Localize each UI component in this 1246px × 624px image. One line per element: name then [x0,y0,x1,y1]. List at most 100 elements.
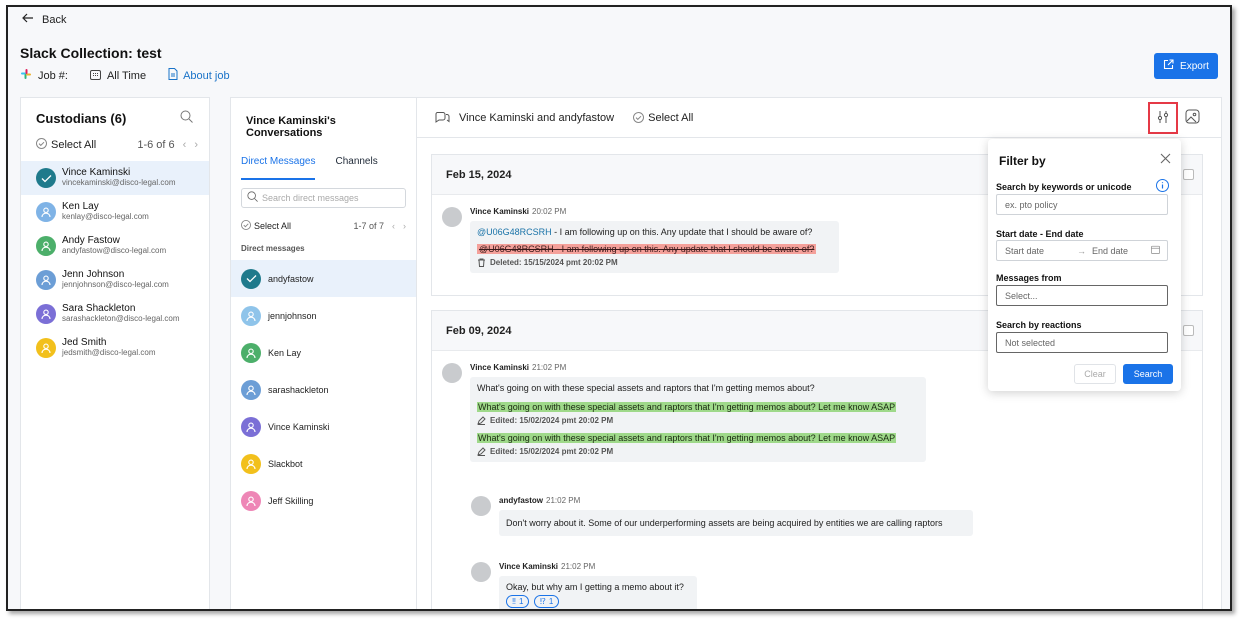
custodian-email: vincekaminski@disco-legal.com [62,178,176,187]
filter-toggle-button[interactable] [1148,102,1178,134]
dm-list: andyfastow jennjohnson Ken Lay sarashacklet… [231,260,416,519]
conversation-title: Vince Kaminski and andyfastow [459,111,615,124]
custodian-item[interactable]: Ken Lay kenlay@disco-legal.com [21,195,209,229]
close-icon[interactable] [1160,153,1171,167]
reaction-pill[interactable]: ‼ 1 [506,595,530,608]
custodians-title: Custodians (6) [36,111,127,126]
custodian-email: sarashackleton@disco-legal.com [62,314,180,323]
dm-item[interactable]: andyfastow [231,260,416,297]
custodian-info: Sara Shackleton sarashackleton@disco-lega… [62,304,180,324]
end-date-placeholder: End date [1092,245,1129,256]
message-bubble: Okay, but why am I getting a memo about … [499,576,697,609]
start-date-placeholder: Start date [1005,245,1045,256]
search-button[interactable]: Search [1123,364,1173,384]
day-checkbox[interactable] [1183,169,1194,180]
chevron-right-icon[interactable]: › [194,139,198,151]
custodians-panel: Custodians (6) Select All 1-6 of 6 ‹ › V… [20,97,210,609]
custodian-list: Vince Kaminski vincekaminski@disco-legal.… [21,161,209,365]
slack-icon [20,68,32,83]
export-label: Export [1180,60,1209,72]
chevron-right-icon[interactable]: › [403,221,406,231]
deleted-note: Deleted: 15/15/2024 pmt 20:02 PM [477,258,832,267]
tab-direct-messages[interactable]: Direct Messages [241,156,316,180]
avatar [442,363,462,383]
dm-item[interactable]: sarashackleton [231,371,416,408]
filter-title: Filter by [999,154,1046,168]
user-avatar-icon [36,270,56,290]
message-bubble: @U06G48RCSRH - I am following up on this… [470,221,839,273]
calendar-icon [1151,245,1160,256]
about-job-link[interactable]: About job [168,68,230,83]
message-bubble: What's going on with these special asset… [470,377,926,462]
export-icon [1163,59,1174,73]
select-all-label: Select All [648,111,694,124]
chevron-left-icon[interactable]: ‹ [183,139,187,151]
about-job-label: About job [183,69,230,82]
search-input[interactable] [262,193,402,203]
avatar [442,207,462,227]
dm-item[interactable]: Slackbot [231,445,416,482]
avatar [471,496,491,516]
message: andyfastow 21:02 PM Don't worry about it.… [471,496,973,536]
message: Vince Kaminski 20:02 PM @U06G48RCSRH - I … [442,207,839,273]
check-avatar-icon [241,268,261,289]
image-icon[interactable] [1185,109,1200,127]
message-author: andyfastow 21:02 PM [499,496,581,505]
reactions-select[interactable]: Not selected [996,332,1168,353]
custodian-info: Ken Lay kenlay@disco-legal.com [62,202,149,222]
back-link[interactable]: Back [22,13,66,26]
custodian-name: Sara Shackleton [62,303,136,314]
keywords-input[interactable]: ex. pto policy [996,194,1168,215]
tab-channels[interactable]: Channels [335,156,377,180]
check-circle-icon[interactable] [241,220,251,232]
messages-from-select[interactable]: Select... [996,285,1168,306]
custodian-item[interactable]: Vince Kaminski vincekaminski@disco-legal.… [21,161,209,195]
custodian-email: jedsmith@disco-legal.com [62,348,156,357]
message: Vince Kaminski 21:02 PM What's going on w… [442,363,926,462]
custodian-item[interactable]: Jenn Johnson jennjohnson@disco-legal.com [21,263,209,297]
conversations-title: Vince Kaminski's Conversations [246,115,336,139]
user-avatar-icon [36,236,56,256]
user-mention[interactable]: @U06G48RCSRH [477,227,552,237]
custodian-info: Jenn Johnson jennjohnson@disco-legal.com [62,270,169,290]
select-all-label[interactable]: Select All [51,139,96,151]
day-checkbox[interactable] [1183,325,1194,336]
custodian-item[interactable]: Andy Fastow andyfastow@disco-legal.com [21,229,209,263]
check-circle-icon[interactable] [36,138,47,152]
date-range-input[interactable]: Start date → End date [996,240,1168,261]
clear-button[interactable]: Clear [1074,364,1116,384]
dm-item[interactable]: Ken Lay [231,334,416,371]
page-title: Slack Collection: test [20,45,162,61]
dm-name: Vince Kaminski [268,421,330,432]
export-button[interactable]: Export [1154,53,1218,79]
edited-text: What's going on with these special asset… [477,433,897,443]
user-avatar-icon [241,453,261,474]
chevron-left-icon[interactable]: ‹ [392,221,395,231]
user-avatar-icon [36,202,56,222]
dm-item[interactable]: Vince Kaminski [231,408,416,445]
user-avatar-icon [241,490,261,511]
dm-name: Ken Lay [268,347,302,358]
select-all-messages[interactable]: Select All [633,112,693,124]
custodian-name: Jenn Johnson [62,269,125,280]
user-avatar-icon [241,305,261,326]
select-all-label[interactable]: Select All [254,221,291,231]
custodian-item[interactable]: Jed Smith jedsmith@disco-legal.com [21,331,209,365]
custodian-item[interactable]: Sara Shackleton sarashackleton@disco-lega… [21,297,209,331]
direct-message-search [241,188,406,208]
sliders-icon [1157,110,1169,127]
dm-item[interactable]: jennjohnson [231,297,416,334]
user-avatar-icon [241,342,261,363]
info-icon[interactable] [1156,179,1169,195]
keywords-label: Search by keywords or unicode [996,182,1132,192]
back-label: Back [42,13,67,26]
search-icon[interactable] [180,110,193,126]
conversations-panel: Vince Kaminski's Conversations Direct Me… [230,97,416,609]
custodian-email: kenlay@disco-legal.com [62,212,149,221]
edited-note: Edited: 15/02/2024 pmt 20:02 PM [477,447,919,456]
dm-item[interactable]: Jeff Skilling [231,482,416,519]
pencil-icon [477,416,486,425]
reaction-pill[interactable]: ⁉ 1 [533,595,560,608]
search-icon [247,191,258,205]
dm-name: sarashackleton [268,384,329,395]
